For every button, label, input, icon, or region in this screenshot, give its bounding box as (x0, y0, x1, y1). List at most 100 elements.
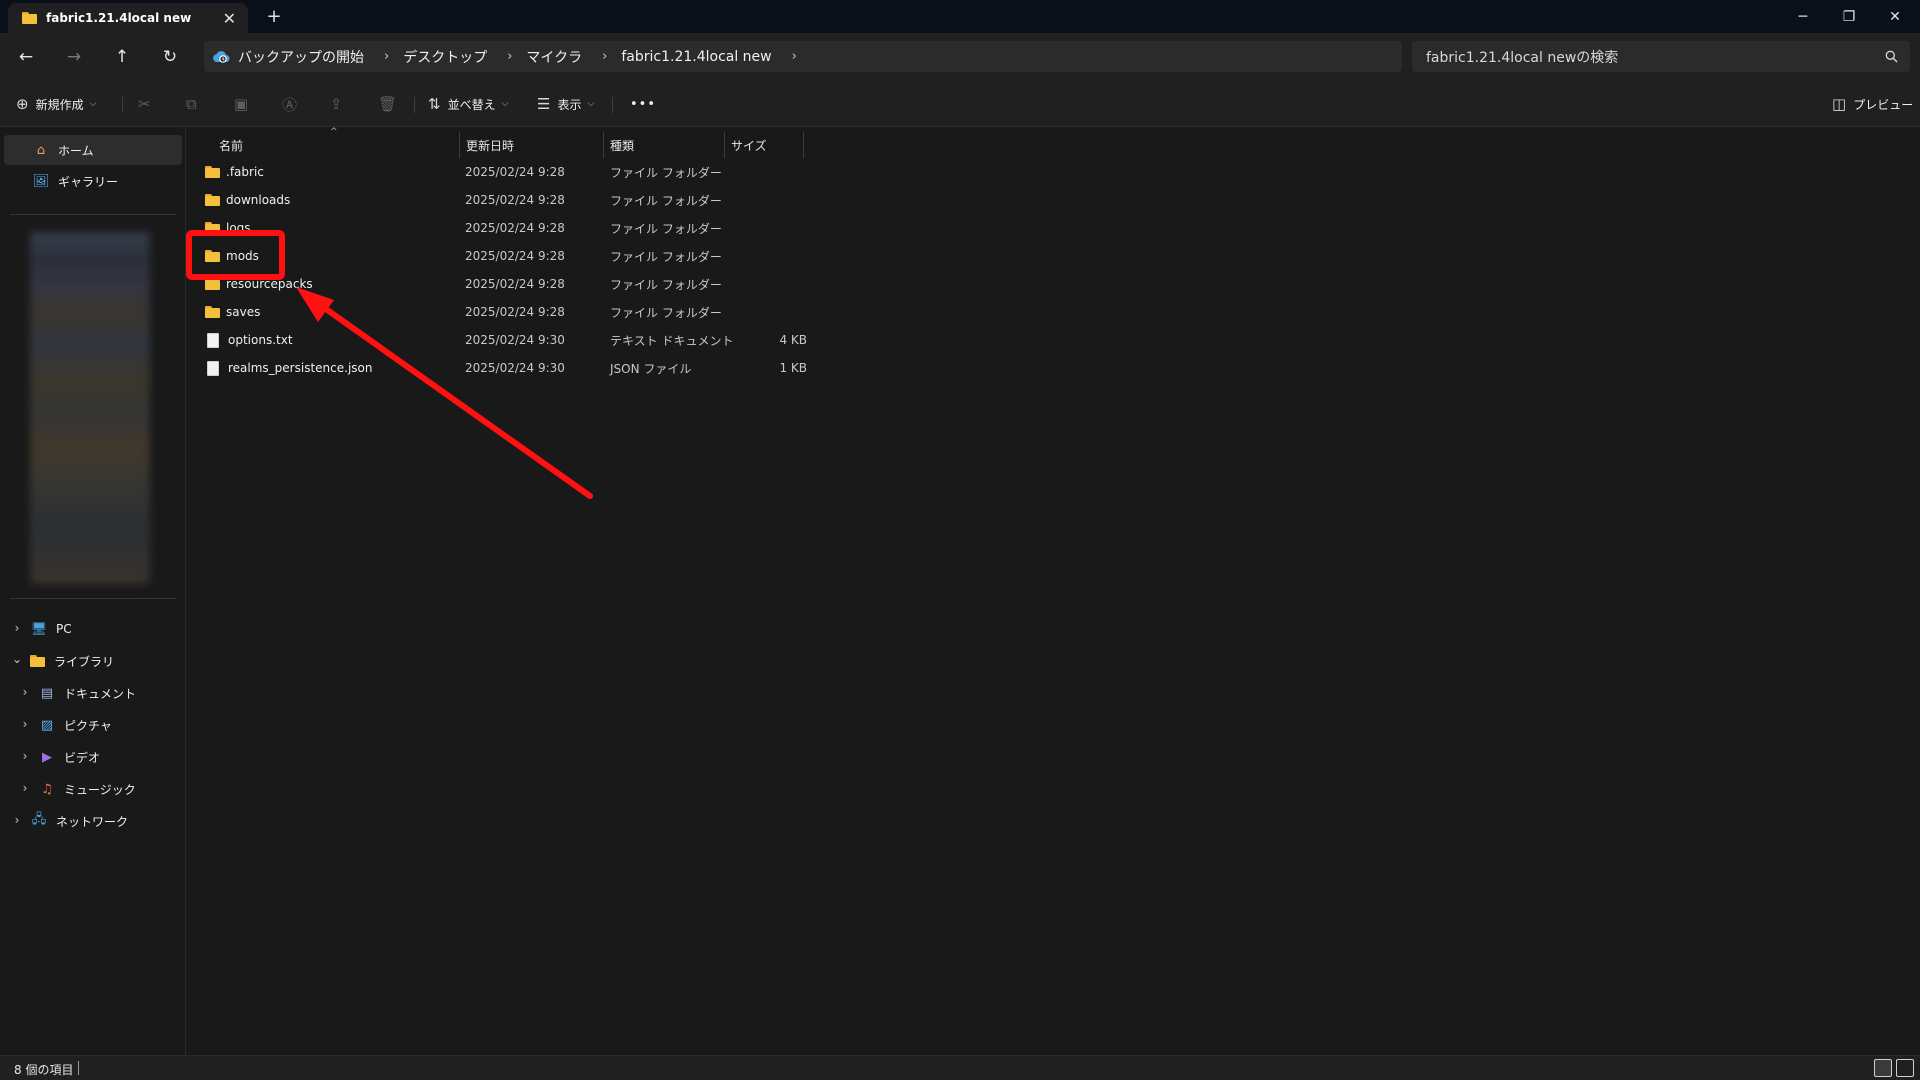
sidebar-item-label: ホーム (58, 143, 94, 158)
blurred-quick-access (30, 232, 150, 584)
sidebar-item-pc[interactable]: 🖥 PC (30, 614, 180, 644)
sidebar-item-label: PC (56, 622, 72, 636)
column-divider[interactable] (459, 132, 460, 158)
column-divider[interactable] (803, 132, 804, 158)
sidebar-item-gallery[interactable]: 🖼 ギャラリー (4, 166, 182, 196)
breadcrumb-current-folder[interactable]: fabric1.21.4local new (621, 49, 771, 65)
sidebar-item-label: ライブラリ (54, 654, 115, 669)
delete-button[interactable]: 🗑 (378, 91, 404, 117)
search-placeholder: fabric1.21.4local newの検索 (1426, 49, 1619, 66)
new-tab-button[interactable]: + (262, 4, 286, 28)
chevron-right-icon[interactable]: › (384, 49, 389, 64)
file-size (767, 298, 807, 326)
folder-icon (22, 12, 37, 24)
command-bar: ⊕ 新規作成 ⌵ ✂ ⧉ ▣ Ⓐ ⇪ 🗑 ⇅ 並べ替え ⌵ ☰ 表示 ⌵ •••… (0, 81, 1920, 127)
table-row[interactable]: downloads 2025/02/24 9:28 ファイル フォルダー (197, 186, 817, 214)
column-header-size[interactable]: サイズ (731, 132, 767, 158)
forward-button[interactable]: → (58, 42, 90, 72)
file-size (767, 214, 807, 242)
breadcrumb-minecraft[interactable]: マイクラ (526, 47, 582, 67)
file-name: downloads (226, 193, 291, 207)
chevron-right-icon[interactable]: › (18, 781, 32, 795)
large-icons-view-icon[interactable] (1896, 1059, 1914, 1077)
back-button[interactable]: ← (10, 42, 42, 72)
chevron-right-icon[interactable]: › (10, 621, 24, 635)
file-name: options.txt (228, 333, 293, 347)
videos-icon: ▶ (42, 749, 52, 765)
breadcrumb-desktop[interactable]: デスクトップ (403, 47, 487, 67)
arrow-up-icon: ↑ (114, 47, 130, 67)
sidebar-item-documents[interactable]: ▤ ドキュメント (38, 678, 180, 708)
cut-icon: ✂ (138, 95, 151, 113)
copy-button[interactable]: ⧉ (186, 91, 204, 117)
file-modified: 2025/02/24 9:28 (465, 165, 565, 179)
view-button[interactable]: ☰ 表示 ⌵ (537, 91, 594, 117)
chevron-down-icon: ⌵ (587, 99, 595, 109)
table-row[interactable]: mods 2025/02/24 9:28 ファイル フォルダー (197, 242, 817, 270)
cut-button[interactable]: ✂ (138, 91, 158, 117)
more-options-button[interactable]: ••• (630, 91, 656, 117)
column-header-type[interactable]: 種類 (610, 132, 634, 158)
close-tab-icon[interactable]: ✕ (223, 9, 236, 28)
chevron-down-icon[interactable]: ⌄ (10, 652, 24, 666)
address-bar[interactable]: バックアップの開始 › デスクトップ › マイクラ › fabric1.21.4… (204, 41, 1402, 72)
chevron-right-icon[interactable]: › (18, 717, 32, 731)
table-row[interactable]: realms_persistence.json 2025/02/24 9:30 … (197, 354, 817, 382)
music-icon: ♫ (41, 781, 53, 797)
sidebar-item-label: ビデオ (64, 750, 101, 765)
table-row[interactable]: logs 2025/02/24 9:28 ファイル フォルダー (197, 214, 817, 242)
restore-button[interactable]: ❐ (1826, 0, 1872, 33)
chevron-right-icon[interactable]: › (18, 685, 32, 699)
chevron-right-icon[interactable]: › (602, 49, 607, 64)
preview-button[interactable]: ◫ プレビュー (1832, 91, 1913, 117)
sidebar-item-network[interactable]: 🖧 ネットワーク (30, 806, 180, 836)
chevron-down-icon: ⌵ (89, 99, 97, 109)
arrow-left-icon: ← (18, 47, 34, 67)
file-type: テキスト ドキュメント (610, 333, 734, 348)
share-icon: ⇪ (330, 95, 343, 113)
sort-button-label: 並べ替え (447, 97, 496, 112)
table-row[interactable]: resourcepacks 2025/02/24 9:28 ファイル フォルダー (197, 270, 817, 298)
view-button-label: 表示 (557, 97, 582, 112)
chevron-right-icon[interactable]: › (10, 813, 24, 827)
chevron-right-icon[interactable]: › (18, 749, 32, 763)
minimize-button[interactable]: ─ (1780, 0, 1826, 33)
sidebar-item-home[interactable]: ⌂ ホーム (4, 135, 182, 165)
table-row[interactable]: .fabric 2025/02/24 9:28 ファイル フォルダー (197, 158, 817, 186)
file-size: 1 KB (779, 361, 807, 375)
rename-button[interactable]: Ⓐ (282, 91, 304, 117)
sidebar-item-music[interactable]: ♫ ミュージック (38, 774, 180, 804)
annotation-highlight-box (186, 230, 285, 280)
column-header-modified[interactable]: 更新日時 (466, 132, 514, 158)
up-button[interactable]: ↑ (106, 42, 138, 72)
json-file-icon (207, 360, 219, 376)
close-window-button[interactable]: ✕ (1872, 0, 1918, 33)
sidebar-item-library[interactable]: ライブラリ (30, 646, 180, 676)
column-header-name[interactable]: 名前 (219, 132, 243, 158)
column-divider[interactable] (603, 132, 604, 158)
divider (10, 214, 176, 215)
details-view-icon[interactable] (1874, 1059, 1892, 1077)
search-icon (1885, 50, 1898, 63)
refresh-button[interactable]: ↻ (154, 42, 186, 72)
new-button[interactable]: ⊕ 新規作成 ⌵ (16, 91, 96, 117)
sort-ascending-icon: ^ (330, 127, 338, 137)
sidebar-item-videos[interactable]: ▶ ビデオ (38, 742, 180, 772)
tab-active[interactable]: fabric1.21.4local new ✕ (8, 3, 248, 33)
folder-icon (205, 166, 220, 178)
sort-button[interactable]: ⇅ 並べ替え ⌵ (428, 91, 508, 117)
chevron-right-icon[interactable]: › (507, 49, 512, 64)
search-input[interactable]: fabric1.21.4local newの検索 (1412, 41, 1910, 72)
table-row[interactable]: saves 2025/02/24 9:28 ファイル フォルダー (197, 298, 817, 326)
chevron-right-icon[interactable]: › (792, 49, 797, 64)
sidebar-item-pictures[interactable]: ▨ ピクチャ (38, 710, 180, 740)
breadcrumb-backup[interactable]: バックアップの開始 (238, 47, 364, 67)
tab-title: fabric1.21.4local new (46, 11, 192, 25)
table-row[interactable]: options.txt 2025/02/24 9:30 テキスト ドキュメント … (197, 326, 817, 354)
paste-button[interactable]: ▣ (234, 91, 255, 117)
rename-icon: Ⓐ (282, 95, 298, 114)
share-button[interactable]: ⇪ (330, 91, 350, 117)
file-size (767, 158, 807, 186)
column-divider[interactable] (724, 132, 725, 158)
new-button-label: 新規作成 (35, 97, 84, 112)
